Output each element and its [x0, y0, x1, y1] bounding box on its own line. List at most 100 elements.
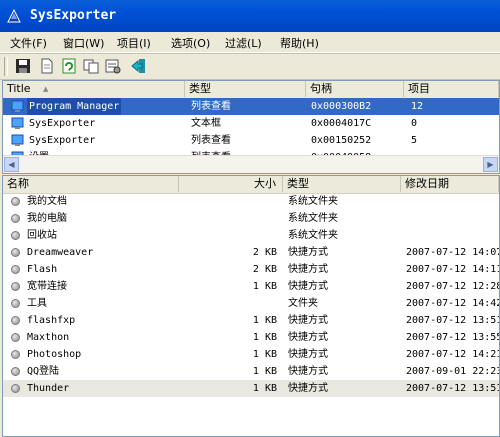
item-type-cell: 快捷方式	[288, 349, 328, 360]
item-name-cell: flashfxp	[27, 315, 76, 326]
item-size-cell: 1 KB	[252, 383, 277, 394]
windows-list-header: Title ▲ 类型 句柄 项目	[3, 81, 499, 99]
item-type-cell: 快捷方式	[288, 366, 328, 377]
item-date-cell: 2007-07-12 14:11	[406, 264, 500, 275]
item-name-cell: 工具	[27, 298, 47, 309]
item-type-cell: 快捷方式	[288, 247, 328, 258]
item-name-cell: 我的电脑	[27, 213, 67, 224]
item-name-cell: 回收站	[27, 230, 57, 241]
item-size-cell	[179, 193, 277, 210]
copy-icon[interactable]	[82, 57, 100, 75]
window-row[interactable]: SysExporter 文本框 0x0004017C 0	[3, 115, 499, 132]
item-name-cell: 宽带连接	[27, 281, 67, 292]
column-type[interactable]: 类型	[185, 81, 306, 97]
item-row[interactable]: QQ登陆 1 KB 快捷方式 2007-09-01 22:23	[3, 363, 499, 380]
refresh-icon[interactable]	[60, 57, 78, 75]
item-type-cell: 快捷方式	[288, 281, 328, 292]
item-date-cell: 2007-09-01 22:23	[406, 366, 500, 377]
window-row[interactable]: Program Manager 列表查看 0x000300B2 12	[3, 98, 499, 115]
exit-icon[interactable]	[130, 57, 148, 75]
menu-options[interactable]: 选项(O)	[171, 35, 210, 51]
document-icon[interactable]	[38, 57, 56, 75]
item-size-cell	[179, 227, 277, 244]
item-date-cell: 2007-07-12 14:42	[406, 298, 500, 309]
item-size-cell: 1 KB	[252, 332, 277, 343]
item-row[interactable]: Photoshop 1 KB 快捷方式 2007-07-12 14:21	[3, 346, 499, 363]
menu-item[interactable]: 项目(I)	[117, 35, 151, 51]
item-icon	[11, 384, 20, 393]
column-type[interactable]: 类型	[283, 176, 401, 192]
item-type-cell: 快捷方式	[288, 315, 328, 326]
item-icon	[11, 333, 20, 342]
item-icon	[11, 367, 20, 376]
items-list-header: 名称 大小 类型 修改日期	[3, 176, 499, 194]
item-row[interactable]: Flash 2 KB 快捷方式 2007-07-12 14:11	[3, 261, 499, 278]
window-icon	[11, 117, 24, 129]
window-type-cell: 列表查看	[191, 101, 231, 112]
item-row[interactable]: 宽带连接 1 KB 快捷方式 2007-07-12 12:28	[3, 278, 499, 295]
toolbar-grip[interactable]	[4, 57, 8, 76]
item-row[interactable]: 回收站 系统文件夹	[3, 227, 499, 244]
window-items-cell: 12	[411, 101, 424, 112]
item-size-cell: 2 KB	[252, 264, 277, 275]
items-list[interactable]: 名称 大小 类型 修改日期 我的文档 系统文件夹 我的电脑 系统文件夹 回收站 系统文件夹…	[2, 175, 500, 437]
menu-file[interactable]: 文件(F)	[10, 35, 47, 51]
save-icon[interactable]	[14, 57, 32, 75]
item-type-cell: 系统文件夹	[288, 213, 338, 224]
item-name-cell: 我的文档	[27, 196, 67, 207]
column-title[interactable]: Title ▲	[3, 81, 185, 97]
item-date-cell: 2007-07-12 14:07	[406, 247, 500, 258]
window-icon	[11, 100, 24, 112]
column-items[interactable]: 项目	[404, 81, 499, 97]
item-type-cell: 系统文件夹	[288, 196, 338, 207]
window-title: SysExporter	[30, 8, 117, 23]
window-row[interactable]: SysExporter 列表查看 0x00150252 5	[3, 132, 499, 149]
item-icon	[11, 231, 20, 240]
window-type-cell: 文本框	[191, 118, 221, 129]
scroll-right-icon[interactable]: ▶	[483, 157, 498, 172]
item-name-cell: Flash	[27, 264, 58, 275]
item-row[interactable]: 我的电脑 系统文件夹	[3, 210, 499, 227]
window-items-cell: 5	[411, 135, 418, 146]
properties-icon[interactable]	[104, 57, 122, 75]
menu-help[interactable]: 帮助(H)	[280, 35, 319, 51]
window-items-cell: 0	[411, 118, 418, 129]
item-size-cell: 1 KB	[252, 349, 277, 360]
item-date-cell: 2007-07-12 13:55	[406, 332, 500, 343]
item-row[interactable]: Thunder 1 KB 快捷方式 2007-07-12 13:51	[3, 380, 499, 397]
item-icon	[11, 282, 20, 291]
scroll-left-icon[interactable]: ◀	[4, 157, 19, 172]
item-row[interactable]: Maxthon 1 KB 快捷方式 2007-07-12 13:55	[3, 329, 499, 346]
item-name-cell: Maxthon	[27, 332, 70, 343]
item-size-cell	[179, 210, 277, 227]
column-handle[interactable]: 句柄	[306, 81, 404, 97]
column-size[interactable]: 大小	[179, 176, 283, 192]
item-type-cell: 文件夹	[288, 298, 318, 309]
item-row[interactable]: Dreamweaver 2 KB 快捷方式 2007-07-12 14:07	[3, 244, 499, 261]
item-date-cell: 2007-07-12 12:28	[406, 281, 500, 292]
item-icon	[11, 214, 20, 223]
column-modified-date[interactable]: 修改日期	[401, 176, 499, 192]
horizontal-scrollbar[interactable]: ◀ ▶	[3, 155, 499, 173]
item-row[interactable]: flashfxp 1 KB 快捷方式 2007-07-12 13:51	[3, 312, 499, 329]
window-title-cell: Program Manager	[27, 98, 122, 115]
column-name[interactable]: 名称	[3, 176, 179, 192]
window-type-cell: 列表查看	[191, 135, 231, 146]
menu-filter[interactable]: 过滤(L)	[225, 35, 262, 51]
item-date-cell: 2007-07-12 13:51	[406, 315, 500, 326]
window-handle-cell: 0x0004017C	[311, 118, 372, 129]
sort-ascending-icon: ▲	[43, 85, 49, 93]
menu-window[interactable]: 窗口(W)	[63, 35, 104, 51]
item-date-cell: 2007-07-12 14:21	[406, 349, 500, 360]
item-icon	[11, 316, 20, 325]
item-size-cell: 1 KB	[252, 315, 277, 326]
item-row[interactable]: 工具 文件夹 2007-07-12 14:42	[3, 295, 499, 312]
title-bar[interactable]: SysExporter	[0, 0, 500, 32]
window-title-cell: SysExporter	[29, 118, 96, 129]
item-row[interactable]: 我的文档 系统文件夹	[3, 193, 499, 210]
windows-list[interactable]: Title ▲ 类型 句柄 项目 Program Manager 列表查看 0x…	[2, 80, 500, 174]
item-type-cell: 快捷方式	[288, 383, 328, 394]
item-size-cell: 1 KB	[252, 366, 277, 377]
item-icon	[11, 265, 20, 274]
window-title-cell: SysExporter	[29, 135, 96, 146]
